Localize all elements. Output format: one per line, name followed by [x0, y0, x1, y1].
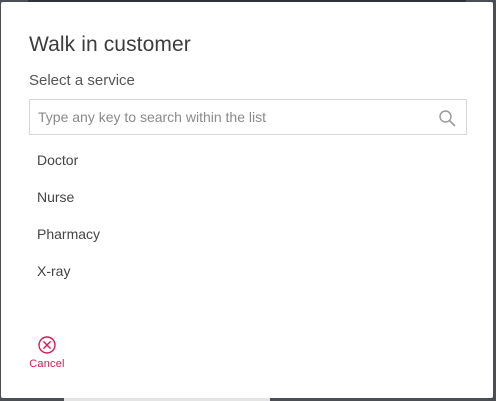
- service-item-nurse[interactable]: Nurse: [37, 185, 100, 222]
- service-item-doctor[interactable]: Doctor: [37, 148, 100, 185]
- dialog-subtitle: Select a service: [29, 72, 135, 89]
- search-box: [29, 99, 467, 135]
- search-input[interactable]: [30, 100, 430, 134]
- close-circle-icon: [38, 336, 56, 354]
- service-item-x-ray[interactable]: X-ray: [37, 259, 100, 296]
- cancel-button[interactable]: Cancel: [25, 333, 69, 377]
- walk-in-customer-dialog: Walk in customer Select a service Doctor…: [1, 2, 493, 398]
- service-item-pharmacy[interactable]: Pharmacy: [37, 222, 100, 259]
- search-icon[interactable]: [438, 109, 456, 127]
- dialog-title: Walk in customer: [29, 33, 191, 56]
- cancel-label: Cancel: [29, 358, 65, 370]
- service-list: Doctor Nurse Pharmacy X-ray: [37, 148, 100, 296]
